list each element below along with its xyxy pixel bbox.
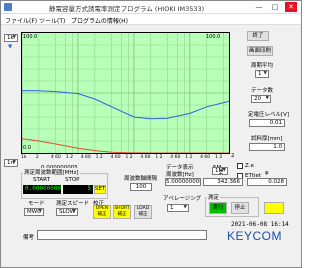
menu-about[interactable]: プログラムの情報(H)	[71, 16, 128, 25]
start-label: START	[33, 177, 50, 183]
display-sub-label: 周波数[Hz]	[166, 172, 194, 178]
app-window: 静電容量方式誘電率測定プログラム (HIOKI IM3533) — □ ✕ ファ…	[0, 0, 302, 268]
interval-field[interactable]: 100	[130, 183, 152, 191]
data-count-label: データ数	[251, 88, 274, 94]
y-bottom-label: 0.0	[23, 145, 31, 151]
y-top-label: 100.0	[23, 34, 38, 40]
run-group-label: 測定	[207, 193, 221, 201]
plot-area: 100.0 0.0 100.0	[21, 32, 230, 154]
menu-file[interactable]: ファイル(F)	[5, 16, 37, 25]
display-z-field: 342.366	[203, 178, 243, 186]
remarks-label: 備考	[23, 235, 35, 241]
measure-count-label: 周期平均	[251, 63, 274, 69]
thickness-field[interactable]: 1.0	[249, 143, 285, 151]
x-tick-label: 4 60	[170, 155, 181, 160]
x-tick-label: 1 2	[185, 155, 193, 160]
menu-tools[interactable]: ツール(T)	[39, 16, 65, 25]
averaging-select[interactable]: 1	[167, 204, 189, 212]
x-tick-label: 4 60	[140, 155, 151, 160]
mode-label: モード	[28, 201, 45, 207]
short-calibration-button[interactable]: SHORT 補正	[113, 205, 131, 219]
datetime: 2021-06-08 16:14	[231, 221, 289, 228]
app-icon	[4, 3, 12, 11]
close-button[interactable]: ✕	[285, 2, 297, 12]
load-calibration-button[interactable]: LOAD 補正	[134, 205, 152, 219]
voltage-label: 定電圧レベル[V]	[248, 112, 290, 118]
freq-range-label: 測定周波数範囲[MHz]	[23, 168, 80, 176]
x-tick-label: 1 2	[95, 155, 103, 160]
z-column-label: Z	[219, 170, 223, 176]
mode-select[interactable]: MWC	[24, 208, 44, 216]
menu-bar: ファイル(F) ツール(T) プログラムの情報(H)	[1, 14, 301, 25]
x-tick-label: 1 2	[215, 155, 223, 160]
voltage-field[interactable]: 0.01	[249, 119, 285, 127]
x-tick-label: 1k	[21, 155, 27, 160]
x-tick-label: 1 2	[65, 155, 73, 160]
data-count-select[interactable]: 20	[251, 95, 271, 103]
x-tick-label: 4 60	[110, 155, 121, 160]
run-button[interactable]: 実行	[209, 202, 227, 214]
speed-label: 測定スピード	[56, 201, 90, 207]
exit-button[interactable]: 終了	[247, 31, 269, 41]
phase-column-label: φ	[265, 170, 269, 176]
display-phase-field: 0.028	[247, 178, 287, 186]
x-tick-label: 2	[35, 155, 39, 160]
zoom-label: Z.e	[245, 163, 254, 169]
print-button[interactable]: 画面印刷	[247, 46, 273, 56]
remarks-field[interactable]	[37, 230, 207, 240]
zoom-checkbox[interactable]	[237, 163, 243, 169]
run-status-indicator	[264, 202, 284, 214]
stop-label: STOP	[65, 177, 80, 183]
title-bar: 静電容量方式誘電率測定プログラム (HIOKI IM3533) — □ ✕	[1, 1, 301, 14]
averaging-label: アベレージング	[163, 196, 202, 202]
stop-button[interactable]: 停止	[231, 202, 249, 214]
x-tick-row: 1k 2 4 60 1 2 4 60 1 2 4 60 1 2 4 60 1 2 4 60 1 2 4 …	[21, 155, 230, 162]
window-title: 静電容量方式誘電率測定プログラム (HIOKI IM3533)	[49, 5, 205, 13]
chart-svg	[22, 33, 229, 153]
y-top-right-label: 100.0	[206, 34, 221, 40]
y-right-scale-select[interactable]: 1n	[4, 159, 18, 167]
minimize-button[interactable]: —	[253, 2, 265, 12]
brand-logo: KEYCOM	[227, 229, 283, 243]
measure-count-select[interactable]: 1	[255, 70, 269, 78]
thickness-label: 試料厚[mm]	[251, 136, 283, 142]
stop-display: 5	[63, 185, 93, 194]
interval-label: 周波数軸間隔	[124, 176, 158, 182]
maximize-button[interactable]: □	[269, 2, 281, 12]
x-tick-label: 4 60	[50, 155, 61, 160]
x-tick-label: 1 2	[155, 155, 163, 160]
set-button[interactable]: SET	[94, 185, 106, 194]
y-left-arrow-icon: ▼	[8, 44, 13, 50]
speed-select[interactable]: SLOW	[56, 208, 78, 216]
y-left-scale-select[interactable]: 1k	[4, 34, 18, 42]
display-freq-field: 5.00000000E	[165, 178, 201, 186]
x-tick-label: 4 60	[200, 155, 211, 160]
x-tick-label: 4 60	[80, 155, 91, 160]
x-zoom-label: 2	[231, 153, 235, 159]
open-calibration-button[interactable]: OPEN 補正	[93, 205, 111, 219]
start-display: 0.000000005	[23, 185, 61, 194]
x-tick-label: 1 2	[125, 155, 133, 160]
